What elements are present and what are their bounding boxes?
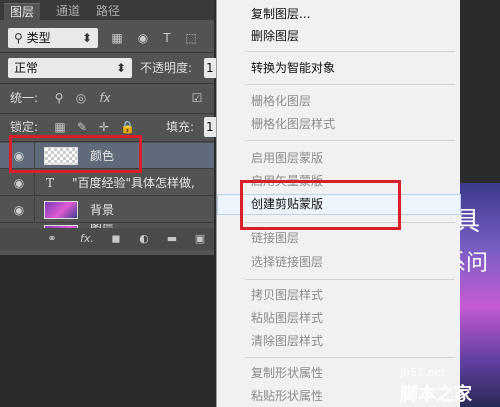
eye-icon[interactable]: ◉ <box>10 174 28 192</box>
blend-mode-value: 正常 <box>14 61 39 75</box>
lock-position-icon[interactable]: ✛ <box>98 117 110 137</box>
pixel-filter-icon[interactable]: ▦ <box>110 28 124 48</box>
menu-item-link-layers[interactable]: 链接图层 <box>217 228 461 249</box>
divider <box>0 52 214 53</box>
opacity-value: 1 <box>206 61 214 75</box>
panel-tabs: 图层 通道 路径 <box>0 0 214 20</box>
watermark-brand: 脚本之家 <box>400 384 472 405</box>
tab-paths[interactable]: 路径 <box>90 3 126 20</box>
unify-style-icon[interactable]: fx <box>96 88 114 108</box>
fill-value: 1 <box>206 120 214 134</box>
divider <box>34 170 35 196</box>
menu-item-rasterize-layer-style[interactable]: 栅格化图层样式 <box>217 114 461 135</box>
layer-name[interactable]: 背景 <box>90 197 114 223</box>
divider <box>0 113 214 114</box>
tab-channels[interactable]: 通道 <box>50 3 86 20</box>
adjustment-filter-icon[interactable]: ◉ <box>136 28 150 48</box>
chevron-down-icon: ⬍ <box>81 31 92 45</box>
layers-panel: 图层 通道 路径 ⚲ 类型 ⬍ ▦ ◉ T ⬚ 正常 ⬍ 不透明度: 1 统一: ⚲… <box>0 0 218 255</box>
divider <box>0 141 214 142</box>
new-layer-icon[interactable]: ▣ <box>192 231 208 247</box>
menu-item-delete-layer[interactable]: 删除图层 <box>217 26 461 47</box>
panel-bottom-bar: ⚭ fx. ◼ ◐ ▬ ▣ <box>0 228 214 250</box>
layer-row[interactable]: ◉ T "百度经验"具体怎样做, <box>0 170 214 196</box>
layer-thumbnail <box>44 201 78 219</box>
filter-kind-select[interactable]: ⚲ 类型 ⬍ <box>8 28 98 48</box>
menu-divider <box>245 222 455 223</box>
shape-filter-icon[interactable]: ⬚ <box>184 28 198 48</box>
fx-icon[interactable]: fx. <box>76 231 98 247</box>
link-icon[interactable]: ⚭ <box>44 231 60 247</box>
search-icon: ⚲ <box>14 31 27 45</box>
menu-item-convert-smart-object[interactable]: 转换为智能对象 <box>217 58 461 79</box>
layer-row-selected[interactable]: ◉ 颜色 <box>0 143 214 169</box>
divider <box>34 197 35 223</box>
type-filter-icon[interactable]: T <box>160 28 174 48</box>
lock-label: 锁定: <box>10 120 39 134</box>
menu-item-enable-vector-mask[interactable]: 启用矢量蒙版 <box>217 171 461 192</box>
opacity-label: 不透明度: <box>140 61 193 75</box>
fill-label: 填充: <box>166 120 195 134</box>
mask-icon[interactable]: ◼ <box>108 231 124 247</box>
menu-item-duplicate-layer[interactable]: 复制图层... <box>217 4 461 25</box>
tab-layers[interactable]: 图层 <box>4 3 41 20</box>
filter-kind-value: 类型 <box>26 31 51 45</box>
divider <box>34 143 35 169</box>
watermark-site: jb51.net <box>400 366 446 379</box>
menu-divider <box>245 84 455 85</box>
menu-divider <box>245 357 455 358</box>
layer-name[interactable]: "百度经验"具体怎样做, <box>72 170 195 196</box>
divider <box>0 83 214 84</box>
adjustment-icon[interactable]: ◐ <box>136 231 152 247</box>
group-icon[interactable]: ▬ <box>164 231 180 247</box>
layer-thumbnail <box>44 147 78 165</box>
menu-divider <box>245 51 455 52</box>
lock-transparent-icon[interactable]: ▦ <box>54 117 66 137</box>
menu-item-copy-layer-style[interactable]: 拷贝图层样式 <box>217 285 461 306</box>
menu-item-clear-layer-style[interactable]: 清除图层样式 <box>217 331 461 352</box>
unify-position-icon[interactable]: ⚲ <box>52 88 66 108</box>
text-layer-icon: T <box>46 176 55 190</box>
menu-divider <box>245 279 455 280</box>
menu-item-enable-layer-mask[interactable]: 启用图层蒙版 <box>217 148 461 169</box>
eye-icon[interactable]: ◉ <box>10 147 28 165</box>
unify-label: 统一: <box>10 91 39 105</box>
layer-name[interactable]: 颜色 <box>90 143 114 169</box>
menu-item-rasterize-layer[interactable]: 栅格化图层 <box>217 91 461 112</box>
lock-pixels-icon[interactable]: ✎ <box>76 117 88 137</box>
menu-item-create-clipping-mask[interactable]: 创建剪贴蒙版 <box>217 194 461 215</box>
context-menu: 复制图层... 删除图层 转换为智能对象 栅格化图层 栅格化图层样式 启用图层蒙… <box>216 0 461 407</box>
chevron-down-icon: ⬍ <box>115 61 126 75</box>
menu-item-paste-layer-style[interactable]: 粘贴图层样式 <box>217 308 461 329</box>
layer-row[interactable]: ◉ 背景 <box>0 197 214 223</box>
menu-divider <box>245 140 455 141</box>
menu-item-select-linked-layers[interactable]: 选择链接图层 <box>217 252 461 273</box>
lock-all-icon[interactable]: 🔒 <box>120 117 135 137</box>
propagate-checkbox[interactable]: ☑ <box>190 88 204 108</box>
eye-icon[interactable]: ◉ <box>10 201 28 219</box>
blend-mode-select[interactable]: 正常 ⬍ <box>8 58 132 78</box>
unify-visibility-icon[interactable]: ◎ <box>74 88 88 108</box>
